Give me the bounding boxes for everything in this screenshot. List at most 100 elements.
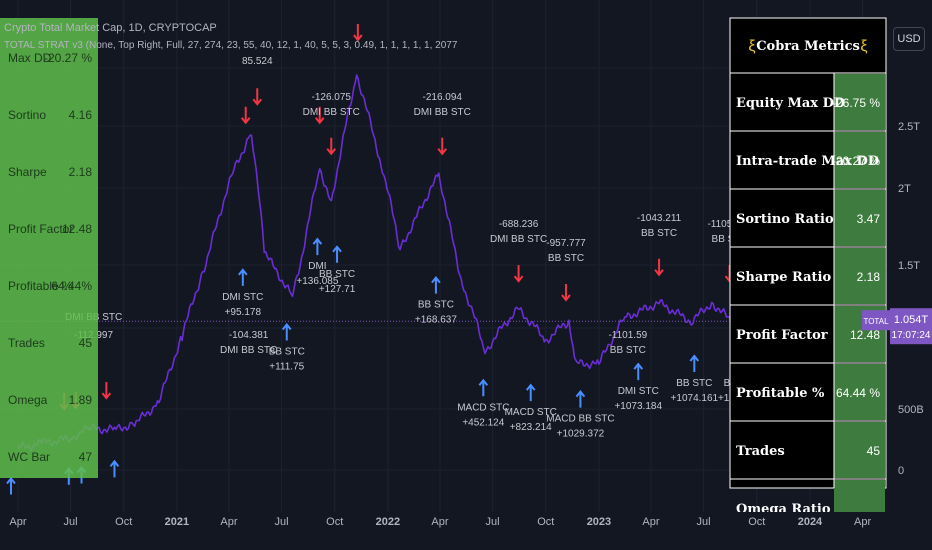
signal-label: BB STC [418,300,454,311]
buy-arrow-icon [689,354,700,372]
stats-value: -20.27 % [44,51,92,65]
signal-label: +111.75 [269,362,304,373]
signal-label: +1074.161 [671,393,719,404]
signal-layer [6,24,747,495]
stats-value: 4.16 [69,108,93,122]
x-tick-label: Oct [537,516,554,528]
stats-label: WC Bar [8,450,50,464]
x-tick-label: Jul [64,516,78,528]
signal-label: +168.637 [415,315,457,326]
signal-label: +1073.184 [614,401,662,412]
x-tick-label: Oct [748,516,765,528]
buy-arrow-icon [281,322,292,341]
sell-arrow-icon [326,137,337,156]
stats-label: Trades [8,336,45,350]
y-tick-label: 500B [898,404,924,416]
signal-label: BB STC [340,0,376,3]
metrics-label: Trades [736,444,785,459]
stats-value: 64.44% [51,279,92,293]
signal-label: -688.236 [499,219,539,230]
sell-arrow-icon [654,258,664,277]
cobra-icon: ξ [860,38,867,55]
metrics-value: -26.75 % [832,96,880,110]
stats-label: Sharpe [8,165,47,179]
stats-value: 47 [79,450,93,464]
metrics-label: Profitable % [736,386,825,401]
annotation-layer: BB STC -126.075 DMI BB STC 85.524 -104.381 DM… [65,0,766,440]
sell-arrow-icon [513,265,524,283]
x-tick-label: 2024 [798,516,823,528]
stats-value: 2.18 [69,165,93,179]
sell-arrow-icon [252,88,263,106]
x-axis-bg [0,512,932,550]
metrics-label: Sharpe Ratio [736,270,831,285]
stats-label: Sortino [8,108,46,122]
x-tick-label: Apr [220,516,237,528]
signal-label: +127.71 [319,284,356,295]
x-tick-label: Apr [854,516,871,528]
signal-label: +95.178 [225,307,262,318]
signal-label: -126.075 [312,92,352,103]
signal-label: MACD STC [457,402,509,413]
ticker-text: TOTAL [863,317,889,326]
signal-label: DMI BB STC [303,107,360,118]
x-tick-label: Oct [115,516,132,528]
currency-button[interactable]: USD [893,27,925,51]
stats-value: 1.89 [69,393,93,407]
x-tick-label: 2023 [587,516,611,528]
signal-label: BB STC [676,378,712,389]
x-tick-label: Jul [275,516,289,528]
signal-label: +452.124 [462,417,504,428]
x-tick-label: Jul [697,516,711,528]
buy-arrow-icon [633,362,644,381]
x-tick-label: 2021 [165,516,189,528]
metrics-value: 64.44 % [836,386,880,400]
price-time: 17:07:24 [892,330,931,341]
x-tick-label: 2022 [376,516,400,528]
signal-label: BB STC [319,269,355,280]
signal-label: +1029.372 [557,429,605,440]
metrics-value: 3.47 [857,212,881,226]
price-value: 1.054T [894,314,929,326]
indicator-settings[interactable]: TOTAL STRAT v3 (None, Top Right, Full, 2… [4,40,457,51]
signal-label: DMI BB STC [414,107,471,118]
x-tick-label: Apr [431,516,448,528]
buy-arrow-icon [238,268,248,286]
buy-arrow-icon [575,390,586,408]
metrics-label: Sortino Ratio [736,212,834,227]
chart-canvas[interactable]: BB STC -126.075 DMI BB STC 85.524 -104.381 DM… [0,0,932,550]
buy-arrow-icon [312,237,323,256]
y-tick-label: 0 [898,465,904,477]
cobra-metrics-table: Cobra Metricsξ ξEquity Max DD-26.75 %Intr… [729,17,887,536]
cobra-icon: ξ [748,38,755,55]
buy-arrow-icon [109,459,120,478]
y-axis-bg [888,0,932,550]
stats-panel-bg [0,18,98,478]
buy-arrow-icon [478,378,489,397]
stats-label: Omega [8,393,48,407]
x-tick-label: Apr [642,516,659,528]
metrics-title: Cobra Metrics [756,39,860,54]
signal-label: 85.524 [242,56,273,67]
buy-arrow-icon [6,476,16,495]
y-axis: 2.5T 2T 1.5T 500B 0 [888,0,932,550]
signal-label: DMI STC [222,292,263,303]
metrics-value: -20.27 % [832,154,880,168]
x-tick-label: Oct [326,516,343,528]
sell-arrow-icon [561,284,571,302]
buy-arrow-icon [431,275,441,294]
signal-label: DMI STC [618,386,659,397]
metrics-value: 45 [867,444,881,458]
signal-label: MACD BB STC [546,414,614,425]
signal-label: BB STC [610,345,646,356]
y-tick-label: 1.5T [898,260,920,272]
signal-label: DMI BB STC [490,234,547,245]
x-tick-label: Jul [486,516,500,528]
signal-label: BB STC [548,253,584,264]
x-axis: Apr Jul Oct 2021 Apr Jul Oct 2022 Apr Jul Oct 2023 A… [0,512,932,550]
signal-label: -216.094 [423,92,463,103]
sell-arrow-icon [240,106,251,125]
x-tick-label: Apr [9,516,26,528]
y-tick-label: 2T [898,183,911,195]
signal-label: -957.777 [546,238,586,249]
